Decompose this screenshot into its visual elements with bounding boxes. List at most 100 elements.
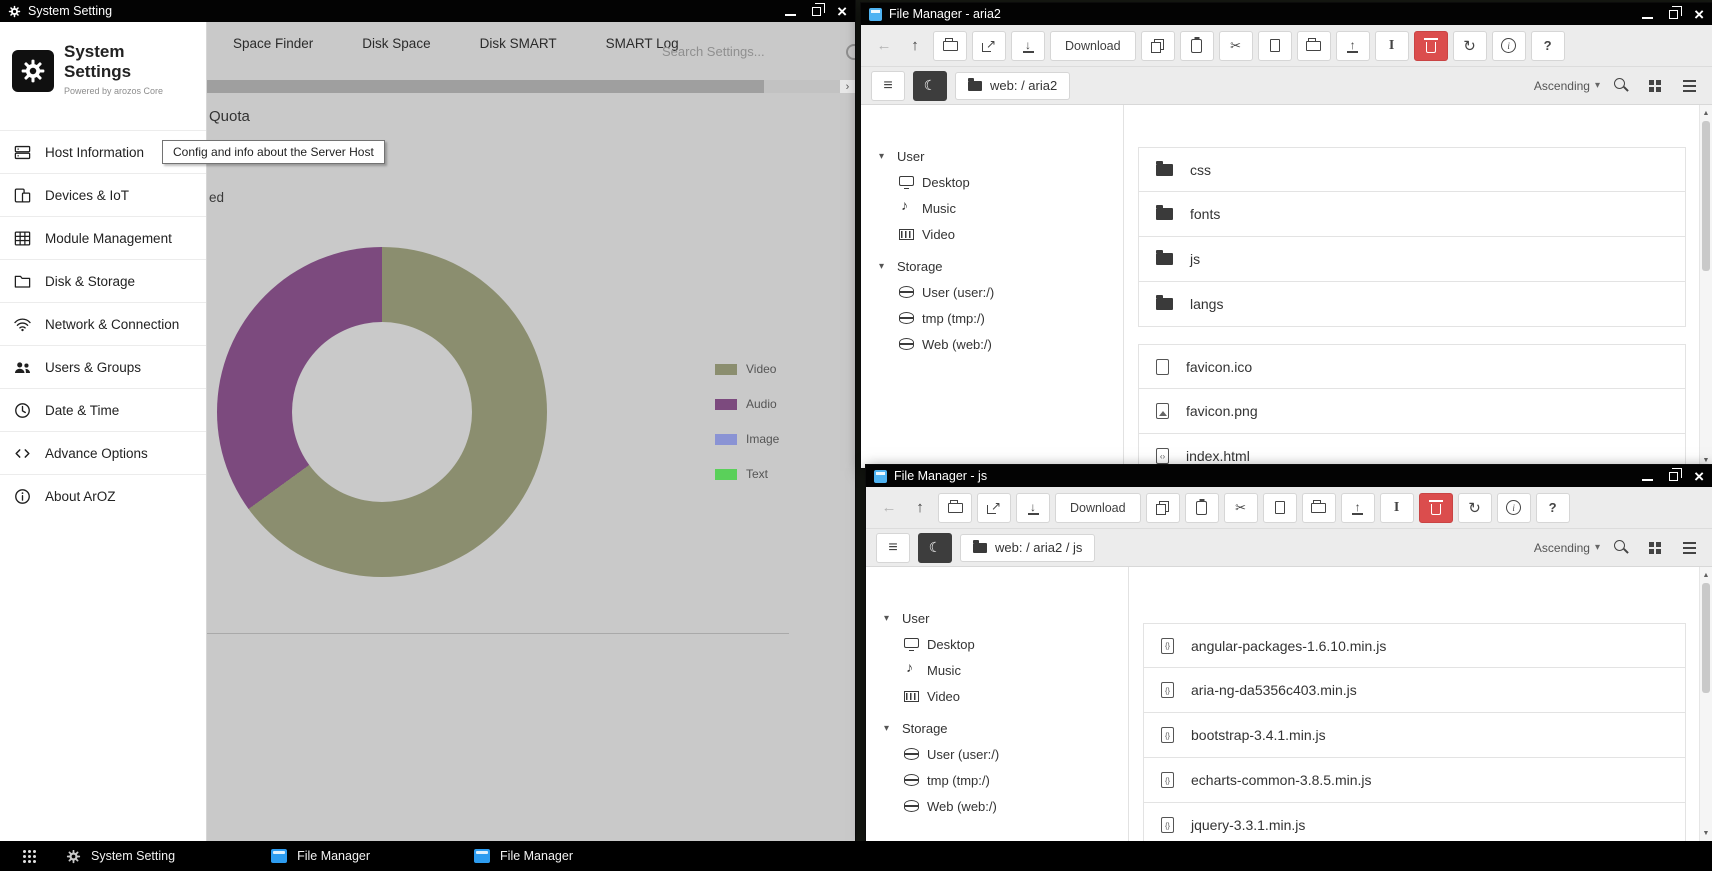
tree-item[interactable]: ▾ tmp (tmp:/) [861,305,1123,331]
grid-view-button[interactable] [1642,80,1668,92]
tree-item[interactable]: ▾ User (user:/) [866,741,1128,767]
minimize-button[interactable] [785,6,796,17]
close-button[interactable]: × [1694,468,1704,485]
scrollbar-thumb[interactable] [207,80,764,93]
rename-button[interactable]: I [1375,31,1409,61]
maximize-button[interactable] [1669,10,1678,19]
minimize-button[interactable] [1642,471,1653,482]
upload-button[interactable]: ↑ [1341,493,1375,523]
properties-button[interactable]: i [1497,493,1531,523]
tree-item[interactable]: ▾ Video [866,683,1128,709]
refresh-button[interactable]: ↻ [1453,31,1487,61]
sidebar-item-date-time[interactable]: Date & Time [0,388,206,431]
minimize-button[interactable] [1642,9,1653,20]
search-settings-input[interactable] [662,44,822,59]
help-button[interactable]: ? [1536,493,1570,523]
scroll-right-icon[interactable]: › [840,80,855,93]
file-item[interactable]: langs [1138,282,1686,327]
open-folder-button[interactable] [938,493,972,523]
back-icon[interactable]: ← [871,37,897,54]
file-item[interactable]: js [1138,237,1686,282]
up-icon[interactable]: ↑ [907,499,933,516]
download-icon-button[interactable]: ↓ [1016,493,1050,523]
tree-item[interactable]: ▾ Storage [866,715,1128,741]
tree-item[interactable]: ▾ User [861,143,1123,169]
sort-dropdown[interactable]: Ascending ▾ [1534,79,1600,93]
tree-item[interactable]: ▾ Web (web:/) [866,793,1128,819]
sidebar-item-module-management[interactable]: Module Management [0,216,206,259]
sidebar-item-users-groups[interactable]: Users & Groups [0,345,206,388]
tree-item[interactable]: ▾ User [866,605,1128,631]
new-file-button[interactable] [1263,493,1297,523]
file-item[interactable]: angular-packages-1.6.10.min.js [1143,623,1686,668]
scroll-down-icon[interactable]: ▼ [1700,826,1712,840]
tree-item[interactable]: ▾ Web (web:/) [861,331,1123,357]
file-item[interactable]: jquery-3.3.1.min.js [1143,803,1686,841]
apps-grid-button[interactable] [8,841,50,871]
sort-dropdown[interactable]: Ascending ▾ [1534,541,1600,555]
taskbar-item-file-manager-1[interactable]: File Manager [271,849,370,863]
new-folder-button[interactable] [1302,493,1336,523]
horizontal-scrollbar[interactable]: › [207,80,855,93]
maximize-button[interactable] [1669,472,1678,481]
file-manager-titlebar[interactable]: File Manager - aria2 × [861,3,1712,25]
new-file-button[interactable] [1258,31,1292,61]
properties-button[interactable]: i [1492,31,1526,61]
up-icon[interactable]: ↑ [902,37,928,54]
back-icon[interactable]: ← [876,499,902,516]
system-settings-titlebar[interactable]: System Setting × [0,0,855,22]
file-item[interactable]: fonts [1138,192,1686,237]
maximize-button[interactable] [812,7,821,16]
dark-mode-button[interactable]: ☾ [913,71,947,101]
list-view-button[interactable] [1676,80,1702,92]
copy-button[interactable] [1141,31,1175,61]
sidebar-item-network-connection[interactable]: Network & Connection [0,302,206,345]
settings-tab[interactable]: Space Finder [233,36,313,51]
sidebar-item-about-aroz[interactable]: About ArOZ [0,474,206,517]
taskbar-item-system-setting[interactable]: System Setting [66,849,175,864]
rename-button[interactable]: I [1380,493,1414,523]
tree-item[interactable]: ▾ Storage [861,253,1123,279]
search-button[interactable] [1608,540,1634,555]
tree-item[interactable]: ▾ User (user:/) [861,279,1123,305]
close-button[interactable]: × [1694,6,1704,23]
sidebar-item-advance-options[interactable]: Advance Options [0,431,206,474]
sidebar-item-disk-storage[interactable]: Disk & Storage [0,259,206,302]
tree-item[interactable]: ▾ Desktop [861,169,1123,195]
paste-button[interactable] [1180,31,1214,61]
copy-button[interactable] [1146,493,1180,523]
cut-button[interactable]: ✂ [1224,493,1258,523]
grid-view-button[interactable] [1642,542,1668,554]
cut-button[interactable]: ✂ [1219,31,1253,61]
file-item[interactable]: favicon.png [1138,389,1686,434]
menu-button[interactable]: ≡ [876,533,910,563]
delete-button[interactable] [1414,31,1448,61]
download-button[interactable]: Download [1055,493,1141,523]
refresh-button[interactable]: ↻ [1458,493,1492,523]
scroll-up-icon[interactable]: ▲ [1700,568,1712,582]
download-button[interactable]: Download [1050,31,1136,61]
open-in-new-window-button[interactable]: ↗ [972,31,1006,61]
open-in-new-window-button[interactable]: ↗ [977,493,1011,523]
file-manager-titlebar[interactable]: File Manager - js × [866,465,1712,487]
file-item[interactable]: bootstrap-3.4.1.min.js [1143,713,1686,758]
scrollbar[interactable]: ▲ ▼ [1699,105,1712,468]
file-item[interactable]: css [1138,147,1686,192]
paste-button[interactable] [1185,493,1219,523]
search-button[interactable] [1608,78,1634,93]
taskbar-item-file-manager-2[interactable]: File Manager [474,849,573,863]
tree-item[interactable]: ▾ Video [861,221,1123,247]
breadcrumb[interactable]: web: / aria2 / js [960,534,1095,562]
upload-button[interactable]: ↑ [1336,31,1370,61]
file-item[interactable]: index.html [1138,434,1686,468]
scroll-up-icon[interactable]: ▲ [1700,106,1712,120]
menu-button[interactable]: ≡ [871,71,905,101]
delete-button[interactable] [1419,493,1453,523]
settings-tab[interactable]: Disk SMART [480,36,557,51]
scrollbar-thumb[interactable] [1702,121,1710,271]
scrollbar[interactable]: ▲ ▼ [1699,567,1712,841]
settings-tab[interactable]: Disk Space [362,36,430,51]
tree-item[interactable]: ▾ Desktop [866,631,1128,657]
download-icon-button[interactable]: ↓ [1011,31,1045,61]
list-view-button[interactable] [1676,542,1702,554]
